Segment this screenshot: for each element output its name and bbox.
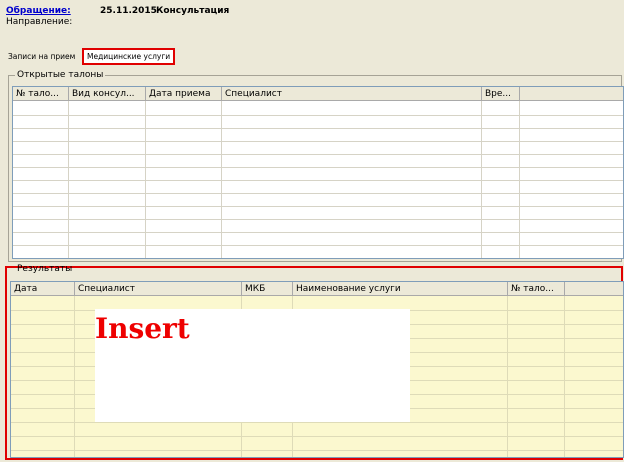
- col-specialist[interactable]: Специалист: [75, 282, 242, 296]
- grid-line: [13, 180, 623, 181]
- col-ticket-no[interactable]: № тало...: [508, 282, 565, 296]
- appeal-date: 25.11.2015: [100, 6, 157, 16]
- insert-overlay: Insert: [95, 309, 410, 422]
- grid-line: [13, 193, 623, 194]
- grid-line: [13, 115, 623, 116]
- tab-appointments[interactable]: Записи на прием: [6, 51, 77, 63]
- grid-line: [13, 167, 623, 168]
- col-ticket-no[interactable]: № тало...: [13, 87, 69, 101]
- results-title: Результаты: [17, 264, 73, 274]
- grid-line: [13, 154, 623, 155]
- col-specialist[interactable]: Специалист: [222, 87, 482, 101]
- grid-line: [13, 245, 623, 246]
- window: Обращение: 25.11.2015 Консультация Напра…: [0, 0, 624, 462]
- open-tickets-title: Открытые талоны: [15, 70, 106, 81]
- col-date[interactable]: Дата: [11, 282, 75, 296]
- direction-label: Направление:: [6, 17, 73, 27]
- col-consult-type[interactable]: Вид консул...: [69, 87, 146, 101]
- col-empty: [520, 87, 623, 101]
- grid-line: [507, 296, 508, 457]
- appeal-type: Консультация: [156, 6, 230, 16]
- tab-medical-services[interactable]: Медицинские услуги: [82, 48, 176, 65]
- col-icd[interactable]: МКБ: [242, 282, 293, 296]
- grid-line: [13, 232, 623, 233]
- grid-line: [74, 296, 75, 457]
- grid-line: [564, 296, 565, 457]
- open-tickets-grid[interactable]: № тало... Вид консул... Дата приема Спец…: [12, 86, 624, 259]
- grid-line: [13, 141, 623, 142]
- insert-label: Insert: [95, 312, 190, 345]
- grid-line: [13, 219, 623, 220]
- col-empty: [565, 282, 623, 296]
- col-appointment-date[interactable]: Дата приема: [146, 87, 222, 101]
- col-time[interactable]: Вре...: [482, 87, 520, 101]
- grid-line: [13, 206, 623, 207]
- grid-line: [11, 450, 623, 451]
- col-service-name[interactable]: Наименование услуги: [293, 282, 508, 296]
- grid-line: [11, 422, 623, 423]
- appeal-link[interactable]: Обращение:: [6, 6, 71, 16]
- grid-line: [11, 436, 623, 437]
- grid-line: [13, 128, 623, 129]
